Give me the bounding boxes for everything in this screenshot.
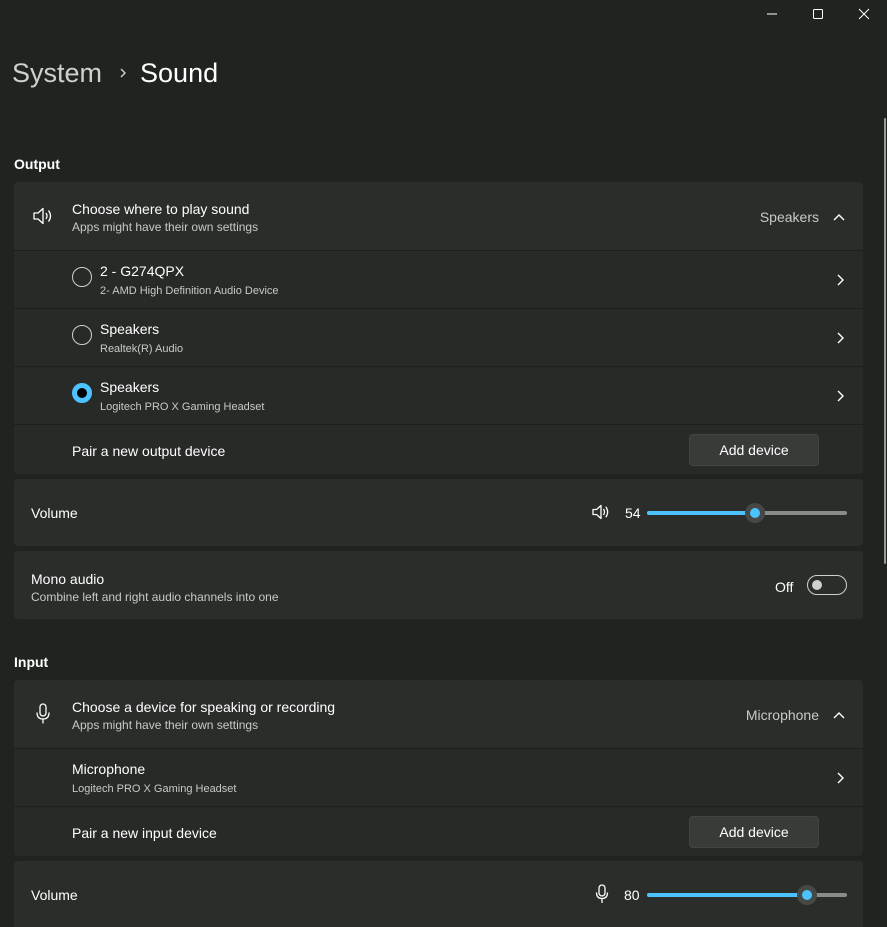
page-title: Sound	[140, 57, 219, 88]
speaker-icon	[32, 206, 54, 231]
chevron-right-icon[interactable]	[835, 771, 845, 790]
output-device-detail: Logitech PRO X Gaming Headset	[100, 401, 265, 413]
slider-thumb[interactable]	[745, 503, 765, 523]
input-device-card: Choose a device for speaking or recordin…	[14, 680, 863, 856]
input-volume-slider[interactable]	[647, 885, 847, 905]
output-device-row[interactable]: 2 - G274QPX 2- AMD High Definition Audio…	[14, 250, 863, 308]
output-volume-value: 54	[625, 505, 641, 521]
slider-fill	[647, 893, 807, 897]
input-volume-label: Volume	[31, 887, 78, 903]
mono-audio-toggle[interactable]	[807, 575, 847, 595]
minimize-icon	[767, 13, 777, 15]
slider-fill	[647, 511, 755, 515]
mono-audio-state: Off	[775, 579, 794, 595]
input-device-row[interactable]: Microphone Logitech PRO X Gaming Headset	[14, 748, 863, 806]
output-choose-title: Choose where to play sound	[72, 201, 250, 217]
pair-input-row: Pair a new input device Add device	[14, 806, 863, 856]
output-device-card: Choose where to play sound Apps might ha…	[14, 182, 863, 474]
output-device-detail: Realtek(R) Audio	[100, 343, 184, 355]
output-choose-subtitle: Apps might have their own settings	[72, 220, 259, 234]
chevron-right-icon[interactable]	[835, 331, 845, 350]
add-output-device-button[interactable]: Add device	[689, 434, 819, 466]
maximize-button[interactable]	[795, 0, 841, 28]
mono-audio-subtitle: Combine left and right audio channels in…	[31, 590, 279, 604]
output-device-name: Speakers	[100, 379, 160, 395]
output-section-header: Output	[14, 156, 60, 172]
input-choose-title: Choose a device for speaking or recordin…	[72, 699, 336, 715]
maximize-icon	[813, 9, 823, 19]
speaker-mute-icon[interactable]	[592, 504, 610, 525]
mono-audio-card: Mono audio Combine left and right audio …	[14, 551, 863, 619]
microphone-mute-icon[interactable]	[595, 884, 609, 909]
scrollbar[interactable]	[884, 118, 886, 564]
microphone-icon	[35, 703, 51, 730]
output-volume-label: Volume	[31, 505, 78, 521]
output-volume-slider[interactable]	[647, 503, 847, 523]
output-device-name: Speakers	[100, 321, 160, 337]
minimize-button[interactable]	[749, 0, 795, 28]
input-device-detail: Logitech PRO X Gaming Headset	[72, 783, 237, 795]
output-device-row[interactable]: Speakers Realtek(R) Audio	[14, 308, 863, 366]
toggle-knob	[812, 580, 822, 590]
input-section-header: Input	[14, 654, 49, 670]
mono-audio-title: Mono audio	[31, 571, 105, 587]
breadcrumb-system-link[interactable]: System	[12, 58, 102, 89]
output-device-detail: 2- AMD High Definition Audio Device	[100, 285, 279, 297]
input-volume-value: 80	[624, 887, 640, 903]
output-device-row-selected[interactable]: Speakers Logitech PRO X Gaming Headset	[14, 366, 863, 424]
input-choose-subtitle: Apps might have their own settings	[72, 718, 259, 732]
output-selected-device: Speakers	[759, 209, 819, 225]
chevron-up-icon[interactable]	[833, 708, 845, 726]
close-icon	[858, 8, 870, 20]
input-volume-card: Volume 80	[14, 861, 863, 927]
output-device-name: 2 - G274QPX	[100, 263, 185, 279]
pair-input-label: Pair a new input device	[72, 825, 217, 841]
add-input-device-button[interactable]: Add device	[689, 816, 819, 848]
chevron-right-icon	[118, 67, 128, 79]
input-choose-row[interactable]: Choose a device for speaking or recordin…	[14, 680, 863, 748]
output-device-radio[interactable]	[72, 325, 92, 345]
output-device-radio-selected[interactable]	[72, 383, 92, 403]
output-volume-card: Volume 54	[14, 479, 863, 546]
output-device-radio[interactable]	[72, 267, 92, 287]
chevron-right-icon[interactable]	[835, 273, 845, 292]
input-device-name: Microphone	[72, 761, 146, 777]
chevron-right-icon[interactable]	[835, 389, 845, 408]
close-button[interactable]	[841, 0, 887, 28]
pair-output-label: Pair a new output device	[72, 443, 226, 459]
input-selected-device: Microphone	[745, 707, 819, 723]
output-choose-row[interactable]: Choose where to play sound Apps might ha…	[14, 182, 863, 250]
chevron-up-icon[interactable]	[833, 210, 845, 228]
pair-output-row: Pair a new output device Add device	[14, 424, 863, 474]
slider-thumb[interactable]	[797, 885, 817, 905]
window-controls	[749, 0, 887, 28]
breadcrumb: System Sound	[12, 55, 218, 91]
